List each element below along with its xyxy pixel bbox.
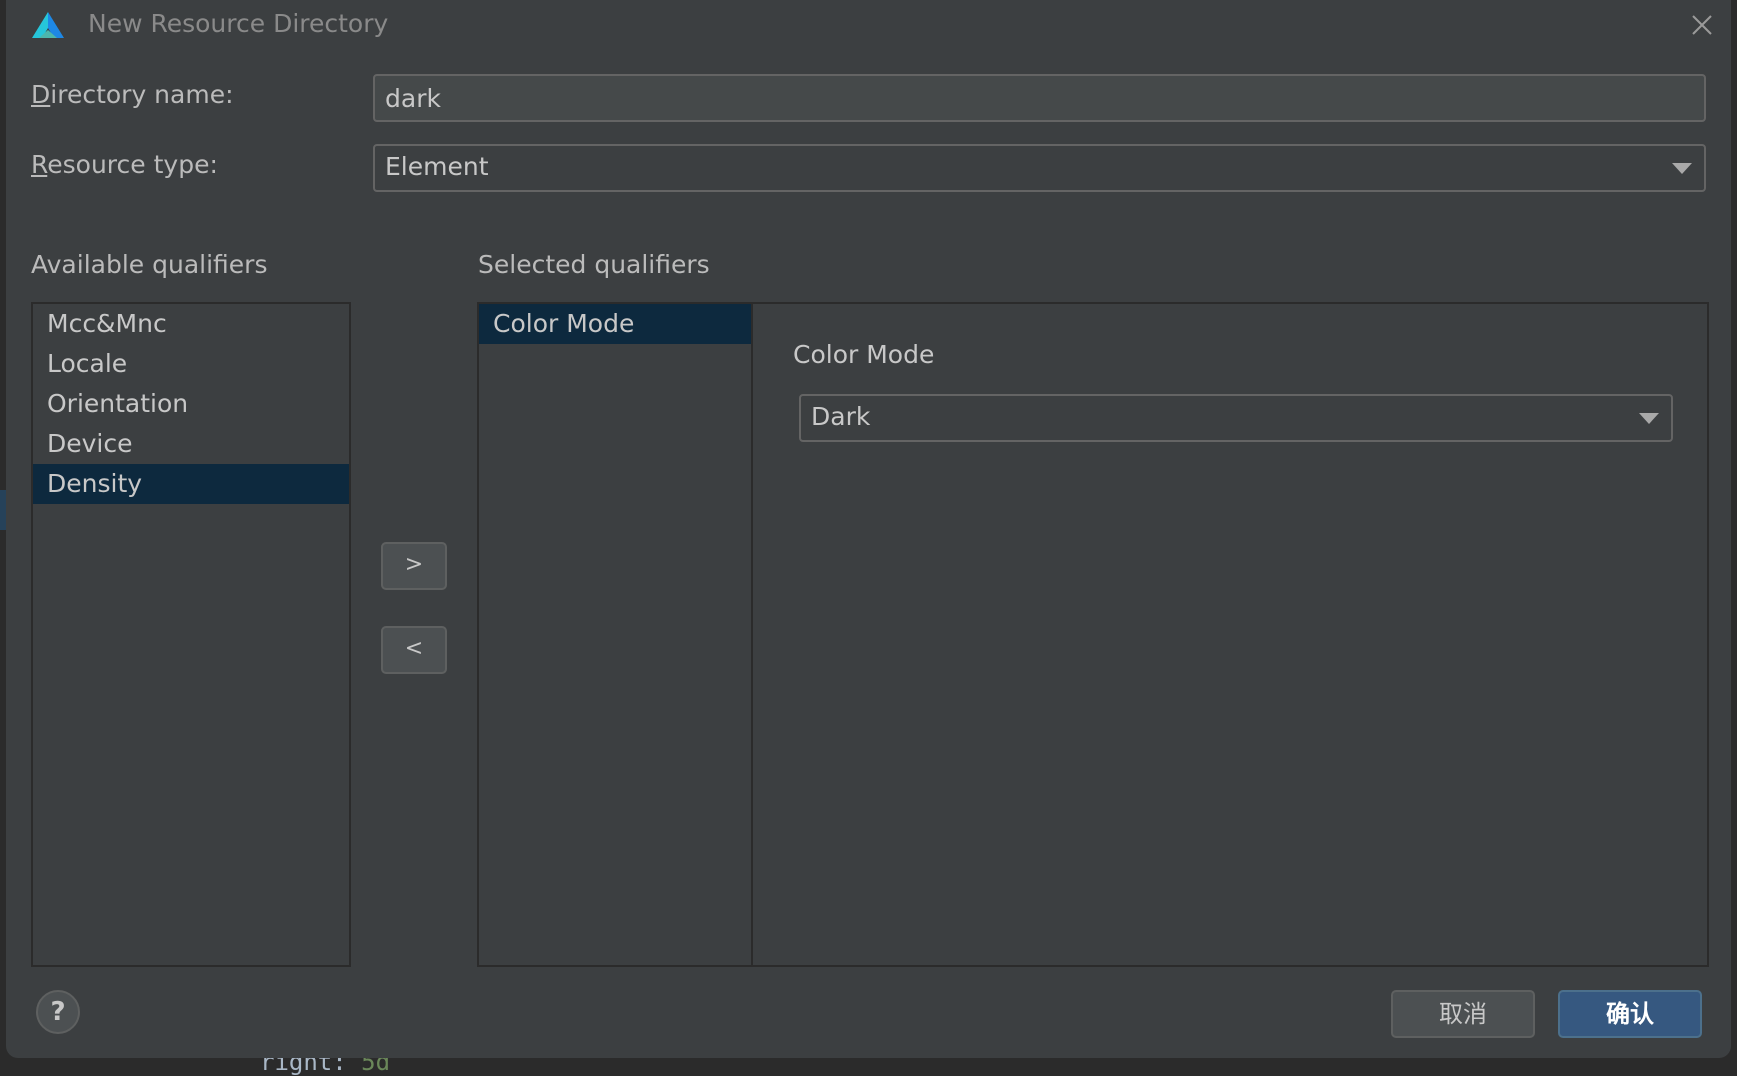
directory-name-label-text: irectory name: (50, 80, 234, 109)
directory-name-mnemonic: D (31, 80, 51, 109)
chevron-down-icon (1672, 163, 1692, 174)
selected-qualifiers-label: Selected qualifiers (478, 250, 710, 279)
available-qualifiers-list[interactable]: Mcc&Mnc Locale Orientation Device Densit… (31, 302, 351, 967)
title-bar[interactable]: New Resource Directory (6, 0, 1731, 50)
ok-button[interactable]: 确认 (1558, 990, 1702, 1038)
add-qualifier-button[interactable]: > (381, 542, 447, 590)
remove-qualifier-button[interactable]: < (381, 626, 447, 674)
resource-type-mnemonic: R (31, 150, 48, 179)
close-icon[interactable] (1687, 10, 1717, 40)
color-mode-select[interactable]: Dark (799, 394, 1673, 442)
help-button[interactable]: ? (36, 990, 80, 1034)
list-item[interactable]: Orientation (33, 384, 349, 424)
list-item[interactable]: Locale (33, 344, 349, 384)
color-mode-label: Color Mode (793, 340, 935, 369)
directory-name-label: Directory name: (31, 80, 234, 109)
list-item[interactable]: Mcc&Mnc (33, 304, 349, 344)
directory-name-input[interactable] (373, 74, 1706, 122)
resource-type-label: Resource type: (31, 150, 218, 179)
resource-type-value: Element (385, 152, 489, 181)
new-resource-directory-dialog: New Resource Directory Directory name: R… (6, 0, 1731, 1058)
qualifier-detail-panel: Color Mode Dark (751, 302, 1709, 967)
app-logo-icon (32, 12, 64, 38)
chevron-down-icon (1639, 413, 1659, 424)
list-item-selected[interactable]: Density (33, 464, 349, 504)
dialog-title: New Resource Directory (88, 9, 389, 38)
resource-type-select[interactable]: Element (373, 144, 1706, 192)
list-item-selected[interactable]: Color Mode (479, 304, 751, 344)
selected-qualifiers-list[interactable]: Color Mode (477, 302, 753, 967)
cancel-button[interactable]: 取消 (1391, 990, 1535, 1038)
color-mode-value: Dark (811, 402, 871, 431)
resource-type-label-text: esource type: (47, 150, 218, 179)
available-qualifiers-label: Available qualifiers (31, 250, 268, 279)
list-item[interactable]: Device (33, 424, 349, 464)
